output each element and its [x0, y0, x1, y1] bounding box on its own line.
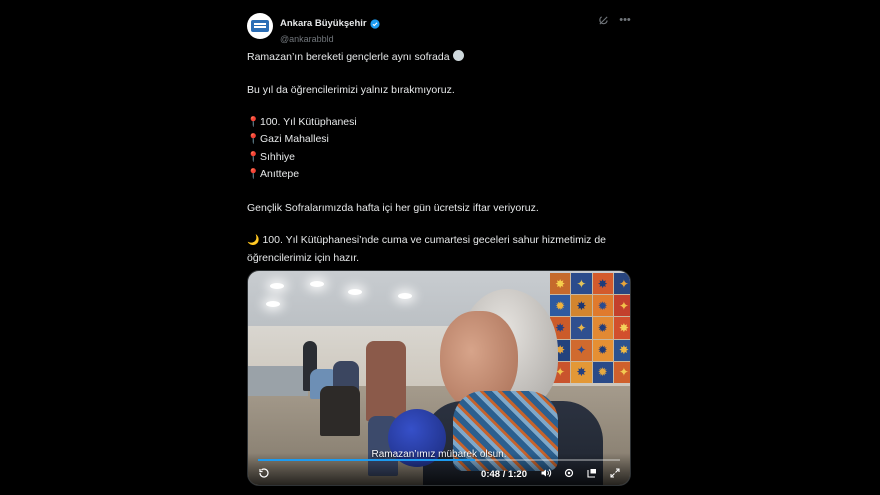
display-name[interactable]: Ankara Büyükşehir: [280, 18, 367, 29]
verified-badge-icon: [370, 18, 380, 29]
tile: ✸: [613, 317, 630, 339]
tweet-line-1-text: Ramazan’ın bereketi gençlerle aynı sofra…: [247, 51, 450, 63]
avatar[interactable]: [247, 13, 273, 39]
background-person: [320, 386, 360, 436]
tile: ✹: [592, 361, 613, 383]
pin-icon: 📍: [247, 134, 260, 146]
video-controls: 0:48 / 1:20: [248, 453, 630, 485]
progress-bar[interactable]: [258, 459, 620, 461]
tile: ✹: [550, 295, 571, 317]
account-names: Ankara Büyükşehir @ankarabbld: [280, 13, 380, 44]
volume-icon[interactable]: [539, 466, 553, 480]
ceiling-light: [348, 289, 362, 295]
pin-icon: 📍: [247, 169, 260, 181]
pin-icon: 📍: [247, 117, 260, 129]
tile: ✹: [592, 317, 613, 339]
moon-icon: 🌙: [247, 235, 260, 247]
tile: ✸: [550, 273, 571, 295]
tile: ✦: [571, 339, 592, 361]
tile: ✸: [571, 295, 592, 317]
tile: ✦: [613, 273, 630, 295]
tile: ✦: [613, 295, 630, 317]
tile: ✹: [592, 295, 613, 317]
location-label: Gazi Mahallesi: [260, 133, 329, 146]
header-actions: •••: [597, 14, 631, 26]
ankara-logo-icon: [251, 20, 269, 32]
video-player[interactable]: ✸ ✦ ✸ ✦ ✹ ✸ ✹ ✦ ✸ ✦ ✹ ✸ ✸ ✦ ✹ ✸ ✦ ✸ ✹ ✦ …: [247, 270, 631, 486]
fullscreen-icon[interactable]: [608, 466, 622, 480]
tile: ✸: [613, 339, 630, 361]
video-control-icons: [539, 466, 622, 480]
location-item: 📍Sıhhiye: [247, 149, 631, 166]
wall-tiles-artwork: ✸ ✦ ✸ ✦ ✹ ✸ ✹ ✦ ✸ ✦ ✹ ✸ ✸ ✦ ✹ ✸ ✦ ✸ ✹ ✦: [550, 273, 630, 383]
more-icon[interactable]: •••: [619, 14, 631, 26]
tile: ✸: [571, 361, 592, 383]
bowl-emoji-icon: [452, 50, 464, 61]
tile: ✦: [571, 317, 592, 339]
ceiling-light: [270, 283, 284, 289]
pin-icon: 📍: [247, 151, 260, 163]
time-display: 0:48 / 1:20: [481, 469, 527, 480]
tile: ✸: [592, 273, 613, 295]
display-name-row[interactable]: Ankara Büyükşehir: [280, 18, 380, 29]
tweet-line-4: 🌙 100. Yıl Kütüphanesi’nde cuma ve cumart…: [247, 232, 631, 266]
location-item: 📍Gazi Mahallesi: [247, 131, 631, 148]
pip-icon[interactable]: [585, 466, 599, 480]
grok-icon[interactable]: [597, 14, 609, 26]
location-label: Sıhhiye: [260, 150, 296, 163]
tweet-line-2: Bu yıl da öğrencilerimizi yalnız bırakmı…: [247, 83, 455, 96]
ceiling-light: [310, 281, 324, 287]
tile: ✦: [613, 361, 630, 383]
tile: ✹: [592, 339, 613, 361]
ceiling-light: [266, 301, 280, 307]
tweet-text: Ramazan’ın bereketi gençlerle aynı sofra…: [247, 49, 631, 266]
video-frame-counter: [248, 366, 308, 396]
location-label: 100. Yıl Kütüphanesi: [260, 116, 357, 129]
tweet-header: Ankara Büyükşehir @ankarabbld •••: [247, 10, 631, 44]
tweet: Ankara Büyükşehir @ankarabbld ••• Ramaza…: [247, 10, 631, 266]
location-label: Anıttepe: [260, 168, 300, 181]
tweet-line-4-text: 100. Yıl Kütüphanesi’nde cuma ve cumarte…: [247, 234, 607, 264]
replay-icon[interactable]: [257, 466, 271, 480]
ceiling-light: [398, 293, 412, 299]
location-item: 📍Anıttepe: [247, 166, 631, 183]
settings-icon[interactable]: [562, 466, 576, 480]
background-person: [366, 341, 406, 421]
tweet-line-1: Ramazan’ın bereketi gençlerle aynı sofra…: [247, 49, 631, 65]
location-item: 📍100. Yıl Kütüphanesi: [247, 114, 631, 131]
handle[interactable]: @ankarabbld: [280, 34, 380, 44]
tile: ✦: [571, 273, 592, 295]
progress-fill: [258, 459, 476, 461]
tweet-line-3: Gençlik Sofralarımızda hafta içi her gün…: [247, 201, 539, 214]
